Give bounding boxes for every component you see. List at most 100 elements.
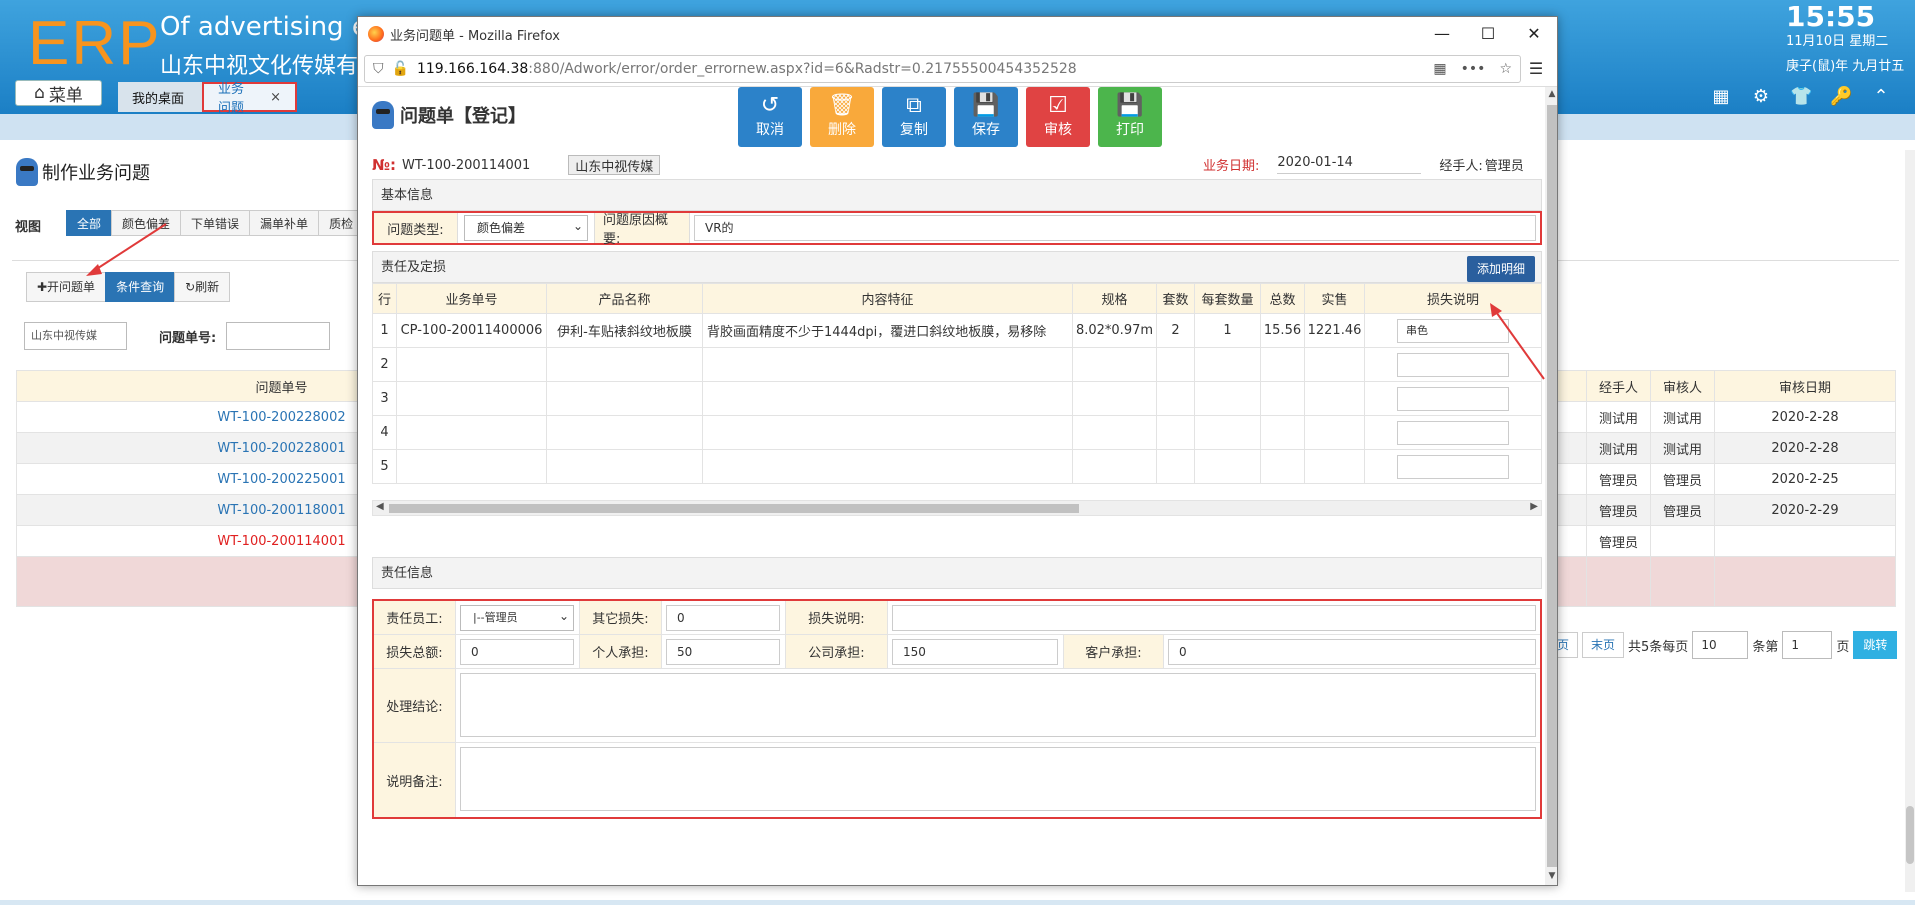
loss-desc-input[interactable] <box>1397 420 1509 445</box>
close-icon[interactable]: × <box>270 90 281 105</box>
view-tab-missed[interactable]: 漏单补单 <box>249 210 320 236</box>
qr-code-icon[interactable]: ▦ <box>1433 61 1446 77</box>
shirt-icon[interactable]: 👕 <box>1790 86 1812 108</box>
company-share-input[interactable]: 150 <box>892 638 1058 665</box>
review-button[interactable]: ☑ 审核 <box>1026 87 1090 147</box>
loss-desc-input[interactable] <box>1397 352 1509 377</box>
personal-input[interactable]: 50 <box>666 638 780 665</box>
conclusion-textarea[interactable] <box>460 673 1536 737</box>
minimize-button[interactable]: — <box>1419 17 1465 51</box>
gear-icon[interactable]: ⚙ <box>1750 86 1772 108</box>
trash-icon: 🗑 <box>828 93 856 118</box>
view-label: 视图 <box>15 220 42 235</box>
key-icon[interactable]: 🔑 <box>1830 86 1852 108</box>
col-review-date: 审核日期 <box>1714 370 1896 402</box>
check-icon: ☑ <box>1048 93 1068 118</box>
issue-type-select[interactable]: 颜色偏差 <box>464 214 588 241</box>
content-cell: 背胶画面精度不少于1444dpi，覆进口斜纹地板膜，易移除 <box>702 313 1073 348</box>
add-detail-button[interactable]: 添加明细 <box>1466 256 1535 282</box>
issue-link[interactable]: WT-100-200225001 <box>217 472 345 487</box>
mascot-icon <box>16 158 38 186</box>
button-label: 删除 <box>828 122 856 138</box>
issue-link[interactable]: WT-100-200118001 <box>217 503 345 518</box>
view-tab-order-error[interactable]: 下单错误 <box>180 210 251 236</box>
table-hscrollbar[interactable]: ◀ ▶ <box>372 500 1542 516</box>
insecure-lock-icon[interactable]: 🔓 <box>392 61 409 77</box>
customer-input[interactable]: 0 <box>1168 638 1536 665</box>
shield-icon[interactable]: ⛉ <box>373 61 384 77</box>
address-field[interactable]: ⛉ 🔓 119.166.164.38:880/Adwork/error/orde… <box>364 54 1521 83</box>
open-issue-button[interactable]: ✚开问题单 <box>26 272 107 302</box>
other-loss-input[interactable]: 0 <box>666 604 780 631</box>
clock-time: 15:55 <box>1786 0 1876 33</box>
biz-date-field[interactable]: 2020-01-14 <box>1277 155 1422 174</box>
col-handler: 经手人 <box>1586 370 1651 402</box>
scroll-up-icon[interactable]: ▲ <box>1545 89 1557 103</box>
info-box: 责任员工: |--管理员 其它损失: 0 损失说明: 损失总额: 0 个人承担:… <box>372 599 1542 819</box>
loss-desc-input[interactable]: 串色 <box>1397 318 1509 343</box>
delete-button[interactable]: 🗑 删除 <box>810 87 874 147</box>
hamburger-menu-icon[interactable]: ☰ <box>1521 59 1551 78</box>
handler-cell: 管理员 <box>1586 525 1651 557</box>
refresh-button[interactable]: ↻刷新 <box>174 272 231 302</box>
save-button[interactable]: 💾 保存 <box>954 87 1018 147</box>
condition-query-button[interactable]: 条件查询 <box>105 272 176 302</box>
tab-my-desktop[interactable]: 我的桌面 <box>118 82 204 112</box>
issue-link[interactable]: WT-100-200114001 <box>217 534 345 549</box>
table-row: 1 CP-100-20011400006 伊利-车贴裱斜纹地板膜 背胶画面精度不… <box>372 313 1542 348</box>
company-select[interactable]: 山东中视传媒 <box>24 322 127 350</box>
pager-unit: 条第 <box>1752 639 1779 655</box>
scroll-down-icon[interactable]: ▼ <box>1545 871 1557 885</box>
bookmark-star-icon[interactable]: ☆ <box>1499 61 1512 77</box>
loss-desc-input[interactable] <box>1397 386 1509 411</box>
more-icon[interactable]: ••• <box>1461 61 1486 77</box>
employee-select[interactable]: |--管理员 <box>460 604 574 631</box>
go-button[interactable]: 跳转 <box>1853 631 1898 659</box>
total-loss-input[interactable]: 0 <box>460 638 574 665</box>
remark-textarea[interactable] <box>460 747 1536 811</box>
issue-link[interactable]: WT-100-200228002 <box>217 410 345 425</box>
issue-link[interactable]: WT-100-200228001 <box>217 441 345 456</box>
scroll-right-icon[interactable]: ▶ <box>1530 501 1538 512</box>
other-loss-label: 其它损失: <box>580 601 662 634</box>
tab-business-issues[interactable]: 业务问题 × <box>202 82 297 116</box>
chevron-up-icon[interactable]: ⌃ <box>1870 86 1892 108</box>
issue-no-input[interactable] <box>226 322 331 350</box>
per-page-select[interactable]: 10 <box>1692 631 1749 659</box>
window-scrollbar[interactable]: ▲ ▼ <box>1545 87 1557 885</box>
scroll-thumb[interactable] <box>1547 105 1557 867</box>
copy-button[interactable]: ⧉ 复制 <box>882 87 946 147</box>
page-scrollbar[interactable] <box>1905 150 1915 892</box>
col-order-no: 业务单号 <box>396 283 547 314</box>
view-tab-color[interactable]: 颜色偏差 <box>111 210 182 236</box>
spec-cell: 8.02*0.97m <box>1072 313 1157 348</box>
view-tab-all[interactable]: 全部 <box>66 210 113 236</box>
close-window-button[interactable]: ✕ <box>1511 17 1557 51</box>
section-header: 责任及定损 添加明细 <box>372 251 1542 283</box>
maximize-button[interactable]: ☐ <box>1465 17 1511 51</box>
form-title: 问题单【登记】 <box>372 101 526 129</box>
sets-cell: 2 <box>1156 313 1195 348</box>
firefox-icon <box>368 26 384 42</box>
biz-date-label: 业务日期: <box>1203 159 1260 174</box>
grid-icon[interactable]: ▦ <box>1710 86 1732 108</box>
scroll-left-icon[interactable]: ◀ <box>376 501 384 512</box>
date-cell: 2020-2-28 <box>1714 432 1896 464</box>
button-label: 打印 <box>1116 122 1144 138</box>
page-input[interactable]: 1 <box>1782 631 1833 659</box>
clock-date: 11月10日 星期二 <box>1786 34 1889 49</box>
firefox-window: 业务问题单 - Mozilla Firefox — ☐ ✕ ⛉ 🔓 119.16… <box>357 16 1558 886</box>
print-button[interactable]: 💾 打印 <box>1098 87 1162 147</box>
loss-desc-field[interactable] <box>892 604 1536 631</box>
loss-desc-input[interactable] <box>1397 454 1509 479</box>
menu-button[interactable]: ⌂ 菜单 <box>15 80 102 106</box>
reason-input[interactable]: VR的 <box>694 215 1536 241</box>
cancel-button[interactable]: ↺ 取消 <box>738 87 802 147</box>
company-select[interactable]: 山东中视传媒 <box>568 155 661 175</box>
per-set-cell: 1 <box>1194 313 1261 348</box>
hscroll-thumb[interactable] <box>389 504 1079 513</box>
last-page-button[interactable]: 末页 <box>1582 632 1625 658</box>
scroll-thumb[interactable] <box>1906 806 1914 864</box>
customer-label: 客户承担: <box>1064 635 1164 668</box>
line-cell: 3 <box>372 381 397 416</box>
